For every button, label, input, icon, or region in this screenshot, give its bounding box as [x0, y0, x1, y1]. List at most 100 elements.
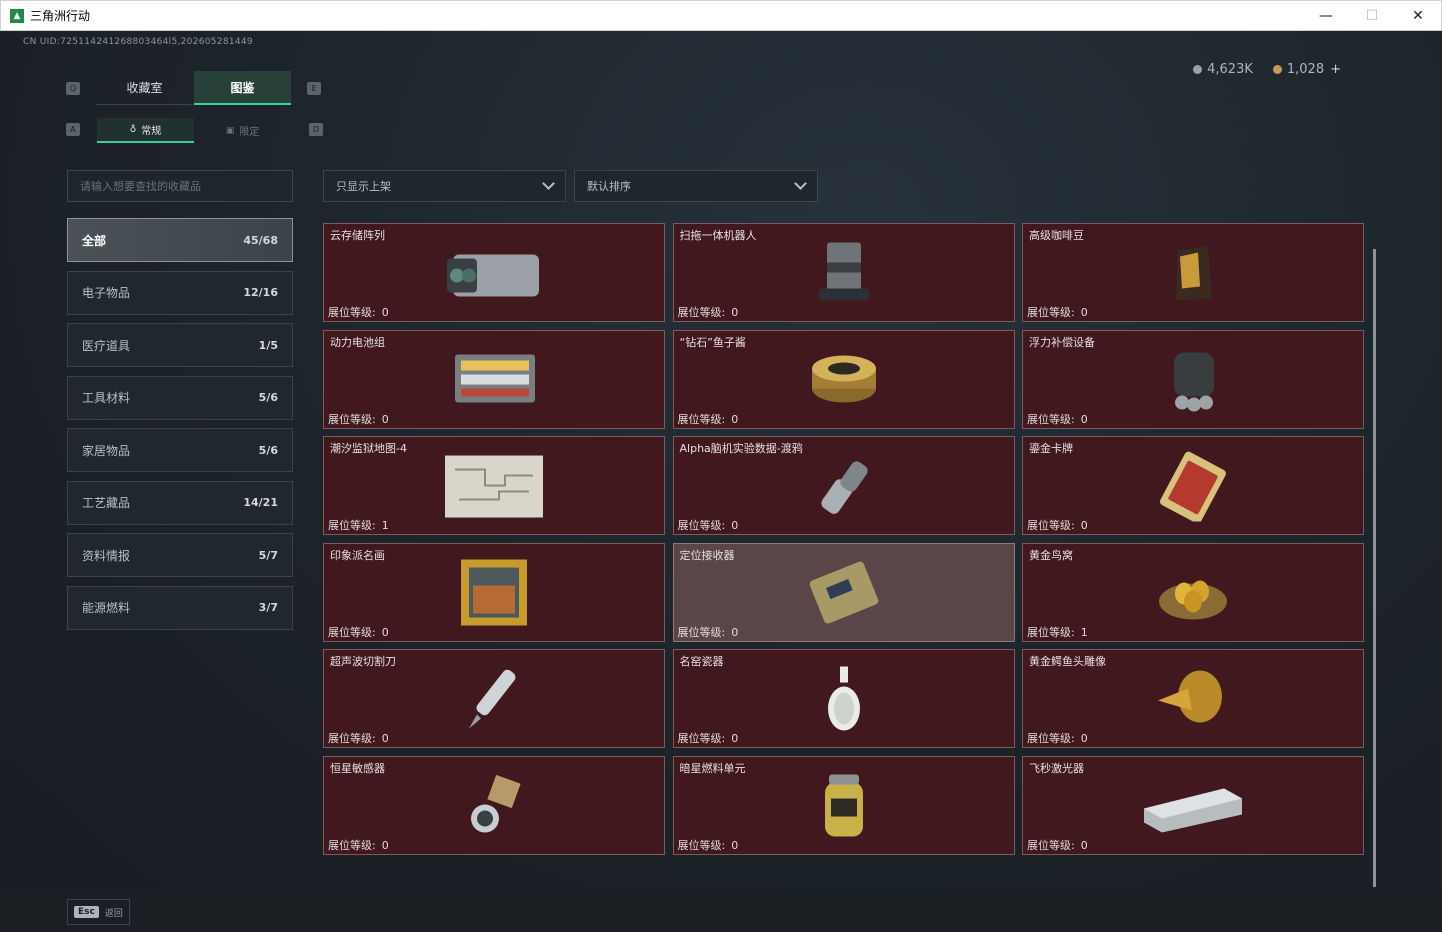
item-level: 展位等级: 0: [328, 837, 389, 853]
item-level: 展位等级: 0: [328, 730, 389, 746]
collection-card[interactable]: 名窑瓷器 展位等级: 0: [672, 649, 1015, 748]
add-currency-button[interactable]: +: [1330, 62, 1341, 77]
back-label: 返回: [104, 908, 123, 919]
item-name: 黄金鸟窝: [1029, 548, 1073, 562]
gold-card-icon: [1138, 449, 1248, 525]
category-count: 14/21: [243, 496, 278, 509]
coffee-bag-icon: [1138, 236, 1248, 312]
silver-currency: 4,623K: [1193, 62, 1253, 77]
grid-scrollbar[interactable]: [1373, 249, 1376, 887]
category-item[interactable]: 能源燃料 3/7: [67, 585, 293, 630]
level-value: 0: [1080, 306, 1088, 319]
key-hint-e: E: [307, 82, 321, 95]
item-level: 展位等级: 0: [1027, 517, 1088, 533]
category-item[interactable]: 资料情报 5/7: [67, 533, 293, 577]
collection-card[interactable]: 浮力补偿设备 展位等级: 0: [1022, 329, 1364, 429]
item-name: 高级咖啡豆: [1029, 229, 1084, 242]
category-item[interactable]: 医疗道具 1/5: [67, 323, 293, 367]
tab-regular[interactable]: ♁ 常规: [97, 118, 194, 143]
currency-bar: 4,623K 1,028 +: [1193, 62, 1341, 77]
collection-card[interactable]: 飞秒激光器 展位等级: 0: [1022, 755, 1364, 855]
silver-amount: 4,623K: [1207, 62, 1253, 77]
item-name: 潮汐监狱地图-4: [330, 442, 407, 455]
collection-card[interactable]: 定位接收器展位等级: 0: [672, 542, 1015, 642]
tab-limited[interactable]: ▣ 限定: [194, 118, 291, 143]
collection-card[interactable]: 云存储阵列展位等级: 0: [323, 223, 665, 322]
collection-card[interactable]: “钻石”鱼子酱 展位等级: 0: [672, 329, 1015, 429]
window-titlebar: ▲ 三角洲行动 — ☐ ✕: [0, 0, 1442, 31]
level-value: 0: [381, 412, 389, 426]
collection-card[interactable]: 恒星敏感器 展位等级: 0: [323, 755, 665, 855]
item-name: 印象派名画: [330, 548, 385, 562]
category-count: 12/16: [243, 286, 278, 299]
window-title: 三角洲行动: [30, 9, 91, 23]
level-value: 0: [1080, 412, 1088, 426]
category-item[interactable]: 工具材料 5/6: [67, 375, 293, 420]
collection-card[interactable]: Alpha脑机实验数据-渡鸦 展位等级: 0: [672, 436, 1015, 535]
level-label: 展位等级:: [328, 732, 376, 745]
laser-device-icon: [1138, 769, 1248, 845]
level-label: 展位等级:: [328, 412, 376, 426]
collection-card[interactable]: 黄金鳄鱼头雕像 展位等级: 0: [1022, 649, 1364, 748]
item-name: “钻石”鱼子酱: [679, 335, 746, 349]
tab-collection-room[interactable]: 收藏室: [96, 71, 193, 105]
close-button[interactable]: ✕: [1395, 1, 1441, 31]
category-label: 家居物品: [82, 443, 131, 458]
collection-card[interactable]: 扫拖一体机器人 展位等级: 0: [672, 223, 1015, 322]
level-label: 展位等级:: [328, 519, 376, 532]
item-level: 展位等级: 0: [328, 304, 389, 320]
item-name: 名窑瓷器: [679, 655, 724, 668]
gold-currency[interactable]: 1,028 +: [1272, 62, 1341, 77]
category-item[interactable]: 家居物品 5/6: [67, 428, 293, 472]
level-label: 展位等级:: [677, 519, 726, 532]
category-item[interactable]: 工艺藏品 14/21: [67, 480, 293, 525]
collection-card[interactable]: 黄金鸟窝 展位等级: 1: [1022, 542, 1364, 642]
bottom-bar: Esc 返回: [1, 889, 1441, 931]
sort-label: 默认排序: [587, 180, 631, 193]
collection-card[interactable]: 暗星燃料单元 展位等级: 0: [672, 755, 1015, 855]
collection-card[interactable]: 鎏金卡牌展位等级: 0: [1022, 436, 1364, 535]
item-name: 暗星燃料单元: [679, 761, 746, 775]
level-value: 0: [731, 625, 739, 639]
level-label: 展位等级:: [1027, 625, 1075, 639]
item-name: 鎏金卡牌: [1029, 442, 1073, 455]
category-count: 45/68: [243, 233, 278, 247]
collection-card[interactable]: 潮汐监狱地图-4 展位等级: 1: [323, 436, 665, 535]
item-level: 展位等级: 0: [678, 517, 739, 533]
server-array-icon: [439, 236, 549, 312]
level-value: 0: [1080, 519, 1088, 532]
item-name: 浮力补偿设备: [1029, 335, 1095, 349]
gold-crocodile-icon: [1138, 662, 1248, 738]
level-label: 展位等级:: [328, 306, 376, 319]
sort-dropdown[interactable]: 默认排序: [574, 170, 818, 202]
level-value: 0: [731, 519, 739, 532]
level-label: 展位等级:: [1027, 519, 1075, 532]
back-button[interactable]: Esc 返回: [67, 899, 130, 925]
display-filter-dropdown[interactable]: 只显示上架: [323, 170, 566, 202]
gold-coin-icon: [1272, 65, 1282, 74]
gold-amount: 1,028: [1286, 62, 1325, 77]
level-value: 0: [731, 732, 739, 745]
search-input[interactable]: [80, 179, 280, 193]
item-name: 飞秒激光器: [1029, 761, 1084, 775]
level-value: 0: [381, 838, 389, 852]
category-count: 5/7: [258, 548, 278, 562]
item-name: 云存储阵列: [330, 229, 385, 242]
category-item[interactable]: 电子物品 12/16: [67, 270, 293, 315]
category-item[interactable]: 全部 45/68: [67, 218, 293, 262]
level-label: 展位等级:: [677, 625, 726, 639]
search-box[interactable]: [67, 170, 293, 202]
category-count: 3/7: [258, 601, 278, 614]
collection-card[interactable]: 超声波切割刀 展位等级: 0: [323, 649, 665, 748]
chevron-down-icon: [794, 177, 807, 190]
level-value: 0: [1080, 838, 1088, 852]
tab-catalog[interactable]: 图鉴: [194, 71, 291, 105]
minimize-button[interactable]: —: [1303, 1, 1349, 31]
level-label: 展位等级:: [328, 838, 376, 852]
collection-card[interactable]: 高级咖啡豆 展位等级: 0: [1022, 223, 1364, 322]
collection-card[interactable]: 印象派名画 展位等级: 0: [323, 542, 665, 642]
maximize-button[interactable]: ☐: [1349, 1, 1395, 31]
category-count: 1/5: [258, 338, 278, 352]
collection-card[interactable]: 动力电池组 展位等级: 0: [323, 329, 665, 429]
item-name: 定位接收器: [679, 548, 735, 562]
